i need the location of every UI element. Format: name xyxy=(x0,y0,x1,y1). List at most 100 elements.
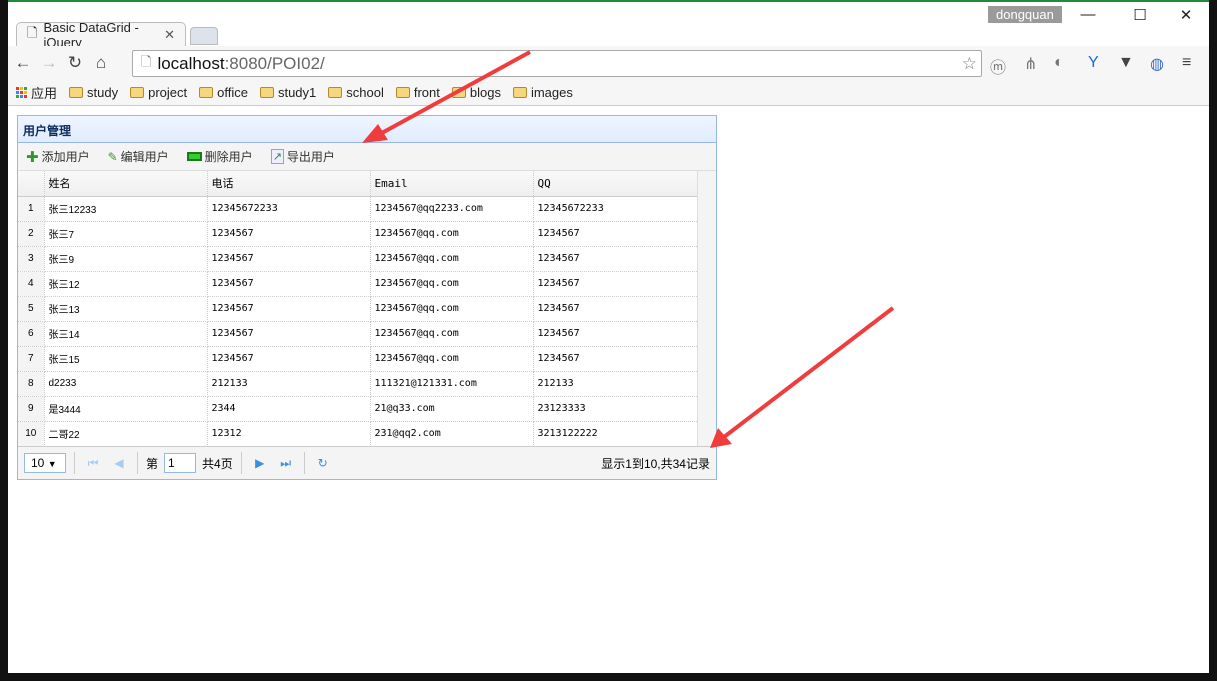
cell-email: 21@q33.com xyxy=(370,396,534,422)
cell-email: 1234567@qq.com xyxy=(370,321,534,347)
table-row[interactable]: 5 张三13 1234567 1234567@qq.com 1234567 xyxy=(18,296,699,322)
cell-qq: 1234567 xyxy=(533,296,699,322)
address-bar[interactable]: 🗋 localhost:8080/POI02/ ☆ xyxy=(132,50,982,77)
close-window-button[interactable]: ✕ xyxy=(1166,6,1206,24)
folder-icon xyxy=(69,87,84,98)
home-icon[interactable]: ⌂ xyxy=(90,53,112,73)
bookmark-folder[interactable]: images xyxy=(512,85,573,100)
cell-name: 张三15 xyxy=(44,346,208,372)
cell-rownumber: 1 xyxy=(18,196,45,222)
table-row[interactable]: 4 张三12 1234567 1234567@qq.com 1234567 xyxy=(18,271,699,297)
table-row[interactable]: 9 是3444 2344 21@q33.com 23123333 xyxy=(18,396,699,422)
column-header-qq[interactable]: QQ xyxy=(533,171,699,197)
cell-name: 张三9 xyxy=(44,246,208,272)
bookmark-folder[interactable]: school xyxy=(328,85,384,100)
header-row: 姓名 电话 Email QQ xyxy=(18,171,699,197)
browser-tab[interactable]: 🗋 Basic DataGrid - jQuery ✕ xyxy=(16,20,186,50)
profile-name[interactable]: dongquan xyxy=(988,6,1062,23)
column-header-name[interactable]: 姓名 xyxy=(44,171,208,197)
delete-user-button[interactable]: 删除用户 xyxy=(186,148,253,165)
cell-email: 1234567@qq.com xyxy=(370,271,534,297)
page-size-select[interactable]: 10 ▼ xyxy=(24,453,66,473)
divider xyxy=(303,452,305,474)
table-row[interactable]: 6 张三14 1234567 1234567@qq.com 1234567 xyxy=(18,321,699,347)
extension-sitemap-icon[interactable]: ⋔ xyxy=(1024,54,1037,74)
bookmark-folder[interactable]: study xyxy=(69,85,118,100)
bookmark-folder[interactable]: blogs xyxy=(451,85,501,100)
page-size-value: 10 xyxy=(31,456,45,470)
column-header-phone[interactable]: 电话 xyxy=(207,171,371,197)
close-tab-icon[interactable]: ✕ xyxy=(164,27,175,43)
extension-circle-icon[interactable]: ◐ xyxy=(1054,54,1064,72)
table-row[interactable]: 3 张三9 1234567 1234567@qq.com 1234567 xyxy=(18,246,699,272)
cell-email: 1234567@qq.com xyxy=(370,346,534,372)
bookmark-folder[interactable]: office xyxy=(199,85,248,100)
extension-y-icon[interactable]: Y xyxy=(1088,54,1099,72)
bookmark-label: front xyxy=(413,85,440,100)
minimize-button[interactable]: — xyxy=(1068,6,1108,23)
folder-icon xyxy=(199,87,214,98)
button-label: 删除用户 xyxy=(204,150,253,164)
page-icon: 🗋 xyxy=(141,53,152,69)
extension-globe-icon[interactable]: ◍ xyxy=(1150,54,1164,74)
pocket-icon[interactable]: ▼ xyxy=(1118,54,1134,72)
first-page-icon[interactable]: ⏮ xyxy=(83,456,103,471)
cell-qq: 12345672233 xyxy=(533,196,699,222)
extension-m-icon[interactable]: ⓜ xyxy=(990,54,1006,78)
menu-icon[interactable]: ≡ xyxy=(1182,54,1191,72)
bookmark-folder[interactable]: project xyxy=(130,85,187,100)
table-row[interactable]: 8 d2233 212133 111321@121331.com 212133 xyxy=(18,371,699,397)
scrollbar-area[interactable] xyxy=(697,171,716,446)
apps-icon xyxy=(16,87,27,98)
cell-phone: 1234567 xyxy=(207,221,371,247)
cell-email: 1234567@qq.com xyxy=(370,296,534,322)
cell-phone: 1234567 xyxy=(207,321,371,347)
export-user-button[interactable]: ↗ 导出用户 xyxy=(270,148,335,165)
add-user-button[interactable]: ✚ 添加用户 xyxy=(26,148,90,166)
page-number-input[interactable] xyxy=(164,453,197,473)
prev-page-icon[interactable]: ◀ xyxy=(109,456,129,470)
button-label: 导出用户 xyxy=(286,150,335,164)
cell-qq: 212133 xyxy=(533,371,699,397)
bookmarks-bar: 应用 study project office study1 school fr… xyxy=(8,80,1209,106)
panel-title: 用户管理 xyxy=(18,116,716,143)
table-row[interactable]: 2 张三7 1234567 1234567@qq.com 1234567 xyxy=(18,221,699,247)
forward-icon[interactable]: → xyxy=(38,53,60,73)
bookmark-apps[interactable]: 应用 xyxy=(16,83,57,102)
pagination: 10 ▼ ⏮ ◀ 第 共4页 ▶ ⏭ ↻ 显示1到10,共34记录 xyxy=(18,446,716,479)
bookmark-label: study1 xyxy=(277,85,317,100)
next-page-icon[interactable]: ▶ xyxy=(250,456,270,470)
new-tab-button[interactable] xyxy=(190,27,218,45)
bookmark-folder[interactable]: front xyxy=(395,85,440,100)
cell-name: 二哥22 xyxy=(44,421,208,447)
cell-rownumber: 8 xyxy=(18,371,45,397)
datagrid-table: 姓名 电话 Email QQ 1 张三12233 12345672233 123456… xyxy=(18,171,699,447)
refresh-icon[interactable]: ↻ xyxy=(313,456,333,470)
edit-user-button[interactable]: ✎ 编辑用户 xyxy=(108,148,169,165)
star-icon[interactable]: ☆ xyxy=(962,54,977,74)
cell-email: 231@qq2.com xyxy=(370,421,534,447)
datagrid-body: 姓名 电话 Email QQ 1 张三12233 12345672233 123456… xyxy=(18,171,716,447)
cell-phone: 1234567 xyxy=(207,246,371,272)
table-row[interactable]: 1 张三12233 12345672233 1234567@qq2233.com 123… xyxy=(18,196,699,222)
column-header-email[interactable]: Email xyxy=(370,171,534,197)
cell-name: 张三12233 xyxy=(44,196,208,222)
reload-icon[interactable]: ↻ xyxy=(64,53,86,73)
maximize-button[interactable]: ☐ xyxy=(1120,6,1160,24)
table-row[interactable]: 10 二哥22 12312 231@qq2.com 3213122222 xyxy=(18,421,699,447)
bookmark-folder[interactable]: study1 xyxy=(259,85,317,100)
cell-name: 张三12 xyxy=(44,271,208,297)
export-icon: ↗ xyxy=(270,149,284,164)
cell-rownumber: 5 xyxy=(18,296,45,322)
cell-phone: 1234567 xyxy=(207,271,371,297)
last-page-icon[interactable]: ⏭ xyxy=(276,456,296,471)
bookmark-label: images xyxy=(530,85,573,100)
folder-icon xyxy=(328,87,343,98)
cell-name: 张三14 xyxy=(44,321,208,347)
folder-icon xyxy=(512,87,527,98)
cell-phone: 1234567 xyxy=(207,346,371,372)
folder-icon xyxy=(130,87,145,98)
divider xyxy=(74,452,75,474)
table-row[interactable]: 7 张三15 1234567 1234567@qq.com 1234567 xyxy=(18,346,699,372)
back-icon[interactable]: ← xyxy=(12,53,34,73)
